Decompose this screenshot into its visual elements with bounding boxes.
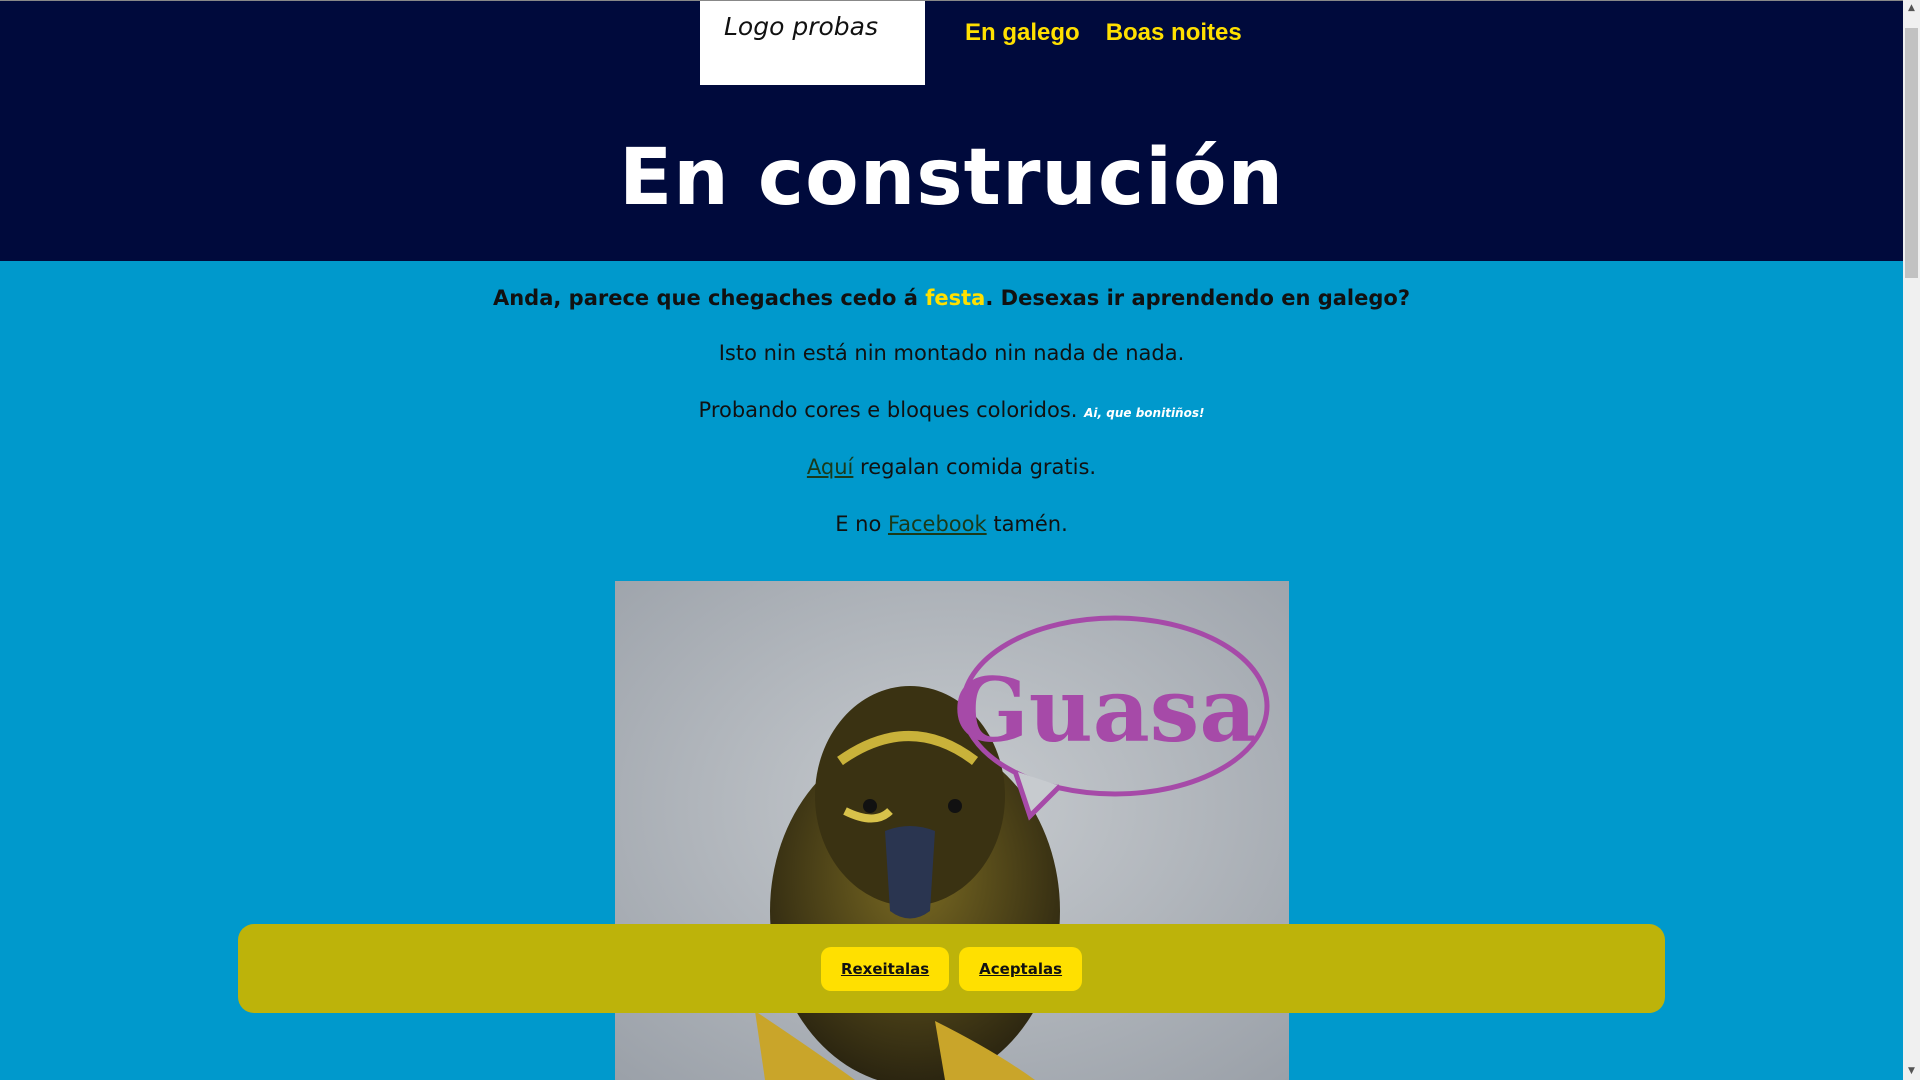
page-title: En construción xyxy=(618,133,1285,223)
main-nav: En galego Boas noites xyxy=(965,19,1242,47)
colors-paragraph: Probando cores e bloques coloridos. Ai, … xyxy=(0,375,1903,432)
facebook-paragraph: E no Facebook tamén. xyxy=(0,489,1903,546)
scroll-thumb[interactable] xyxy=(1905,28,1918,278)
intro-paragraph: Anda, parece que chegaches cedo á festa.… xyxy=(0,261,1903,318)
accept-cookies-button[interactable]: Aceptalas xyxy=(959,946,1083,991)
logo[interactable]: Logo probas xyxy=(700,1,925,85)
colors-note: Ai, que bonitiños! xyxy=(1084,406,1205,420)
cookie-consent-bar: Rexeitalas Aceptalas xyxy=(238,924,1665,1013)
logo-handwriting: Logo probas xyxy=(724,12,878,41)
intro-text-end: . Desexas ir aprendendo en galego? xyxy=(985,286,1410,310)
free-food-text: regalan comida gratis. xyxy=(853,455,1097,479)
aqui-link[interactable]: Aquí xyxy=(807,455,853,479)
facebook-link[interactable]: Facebook xyxy=(888,512,987,536)
logo-text: Logo probas xyxy=(724,12,878,41)
nav-link-en-galego[interactable]: En galego xyxy=(965,19,1080,47)
scroll-up-icon[interactable]: ▲ xyxy=(1903,0,1920,17)
colors-text: Probando cores e bloques coloridos. xyxy=(698,398,1078,422)
scroll-down-icon[interactable]: ▼ xyxy=(1903,1063,1920,1080)
facebook-text-end: tamén. xyxy=(986,512,1068,536)
vertical-scrollbar[interactable]: ▲ ▼ xyxy=(1903,0,1920,1080)
speech-bubble-text: Guasa xyxy=(954,658,1257,762)
intro-highlight: festa xyxy=(925,286,986,310)
facebook-text-start: E no xyxy=(835,512,888,536)
status-paragraph: Isto nin está nin montado nin nada de na… xyxy=(718,341,1185,365)
nav-link-boas-noites[interactable]: Boas noites xyxy=(1106,19,1242,47)
site-header: Logo probas En galego Boas noites En con… xyxy=(0,0,1903,261)
main-content: Anda, parece que chegaches cedo á festa.… xyxy=(0,261,1903,546)
free-food-paragraph: Aquí regalan comida gratis. xyxy=(0,432,1903,489)
reject-cookies-button[interactable]: Rexeitalas xyxy=(820,946,950,991)
intro-text-start: Anda, parece que chegaches cedo á xyxy=(492,286,926,310)
